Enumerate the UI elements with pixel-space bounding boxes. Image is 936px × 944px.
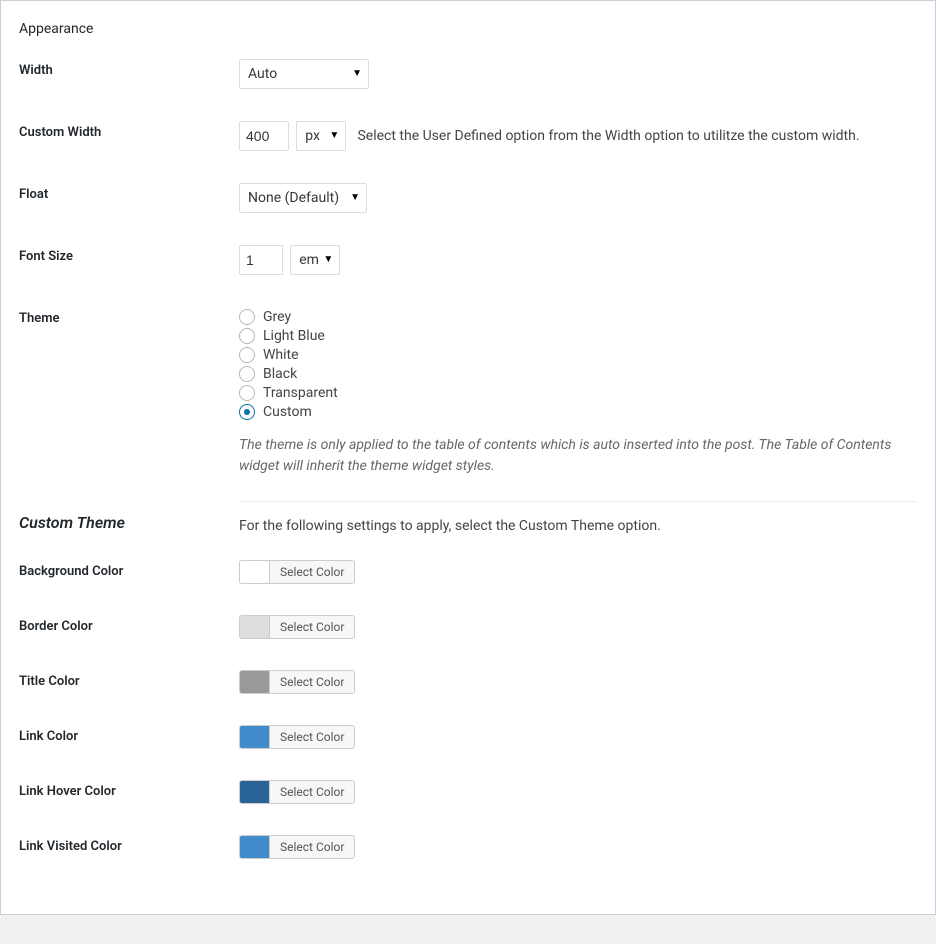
custom-theme-header-row: Custom Theme For the following settings …	[19, 501, 917, 534]
custom-theme-title: Custom Theme	[19, 513, 239, 532]
divider	[239, 501, 917, 502]
font-size-input[interactable]	[239, 245, 283, 275]
theme-radio-option[interactable]: Light Blue	[239, 326, 917, 345]
chevron-down-icon: ▼	[350, 184, 360, 212]
width-label: Width	[19, 59, 239, 78]
select-color-label: Select Color	[270, 781, 354, 803]
theme-label: Theme	[19, 307, 239, 326]
color-row: Border Color Select Color	[19, 615, 917, 642]
custom-theme-note: For the following settings to apply, sel…	[239, 518, 917, 534]
color-picker-button[interactable]: Select Color	[239, 725, 355, 749]
select-color-label: Select Color	[270, 616, 354, 638]
radio-icon	[239, 366, 255, 382]
float-label: Float	[19, 183, 239, 202]
select-color-label: Select Color	[270, 561, 354, 583]
color-row: Link Hover Color Select Color	[19, 780, 917, 807]
width-select[interactable]: Auto ▼	[239, 59, 369, 89]
theme-radio-label: White	[263, 347, 299, 363]
color-swatch	[240, 616, 270, 638]
chevron-down-icon: ▼	[352, 60, 362, 88]
color-label: Link Color	[19, 725, 239, 744]
theme-radio-label: Grey	[263, 309, 291, 325]
theme-row: Theme Grey Light Blue White Black Transparen…	[19, 307, 917, 477]
color-row: Title Color Select Color	[19, 670, 917, 697]
color-label: Background Color	[19, 560, 239, 579]
theme-radio-option[interactable]: White	[239, 345, 917, 364]
color-swatch	[240, 781, 270, 803]
color-label: Border Color	[19, 615, 239, 634]
color-row: Link Color Select Color	[19, 725, 917, 752]
width-row: Width Auto ▼	[19, 59, 917, 89]
section-title: Appearance	[19, 21, 917, 37]
font-size-unit-select[interactable]: em ▼	[290, 245, 340, 275]
custom-width-row: Custom Width px ▼ Select the User Define…	[19, 121, 917, 151]
custom-width-unit-select[interactable]: px ▼	[296, 121, 346, 151]
select-color-label: Select Color	[270, 671, 354, 693]
theme-radio-group: Grey Light Blue White Black Transparent Custo…	[239, 307, 917, 421]
appearance-panel: Appearance Width Auto ▼ Custom Width px …	[0, 0, 936, 915]
custom-width-help: Select the User Defined option from the …	[357, 128, 859, 144]
custom-width-label: Custom Width	[19, 121, 239, 140]
theme-radio-option[interactable]: Transparent	[239, 383, 917, 402]
color-row: Link Visited Color Select Color	[19, 835, 917, 862]
color-row: Background Color Select Color	[19, 560, 917, 587]
color-swatch	[240, 561, 270, 583]
theme-radio-label: Black	[263, 366, 297, 382]
theme-note: The theme is only applied to the table o…	[239, 435, 899, 477]
color-swatch	[240, 836, 270, 858]
color-label: Title Color	[19, 670, 239, 689]
theme-radio-option[interactable]: Grey	[239, 307, 917, 326]
font-size-row: Font Size em ▼	[19, 245, 917, 275]
select-color-label: Select Color	[270, 726, 354, 748]
radio-icon	[239, 385, 255, 401]
theme-radio-label: Transparent	[263, 385, 338, 401]
color-label: Link Visited Color	[19, 835, 239, 854]
select-color-label: Select Color	[270, 836, 354, 858]
color-picker-button[interactable]: Select Color	[239, 615, 355, 639]
chevron-down-icon: ▼	[329, 122, 339, 150]
float-select[interactable]: None (Default) ▼	[239, 183, 367, 213]
color-picker-button[interactable]: Select Color	[239, 670, 355, 694]
radio-icon	[239, 328, 255, 344]
theme-radio-option[interactable]: Custom	[239, 402, 917, 421]
radio-icon	[239, 404, 255, 420]
color-swatch	[240, 671, 270, 693]
color-picker-button[interactable]: Select Color	[239, 780, 355, 804]
radio-icon	[239, 347, 255, 363]
float-row: Float None (Default) ▼	[19, 183, 917, 213]
color-swatch	[240, 726, 270, 748]
custom-width-input[interactable]	[239, 121, 289, 151]
color-picker-button[interactable]: Select Color	[239, 560, 355, 584]
color-picker-button[interactable]: Select Color	[239, 835, 355, 859]
theme-radio-option[interactable]: Black	[239, 364, 917, 383]
radio-icon	[239, 309, 255, 325]
color-label: Link Hover Color	[19, 780, 239, 799]
font-size-label: Font Size	[19, 245, 239, 264]
theme-radio-label: Light Blue	[263, 328, 325, 344]
theme-radio-label: Custom	[263, 404, 312, 420]
chevron-down-icon: ▼	[323, 246, 333, 274]
